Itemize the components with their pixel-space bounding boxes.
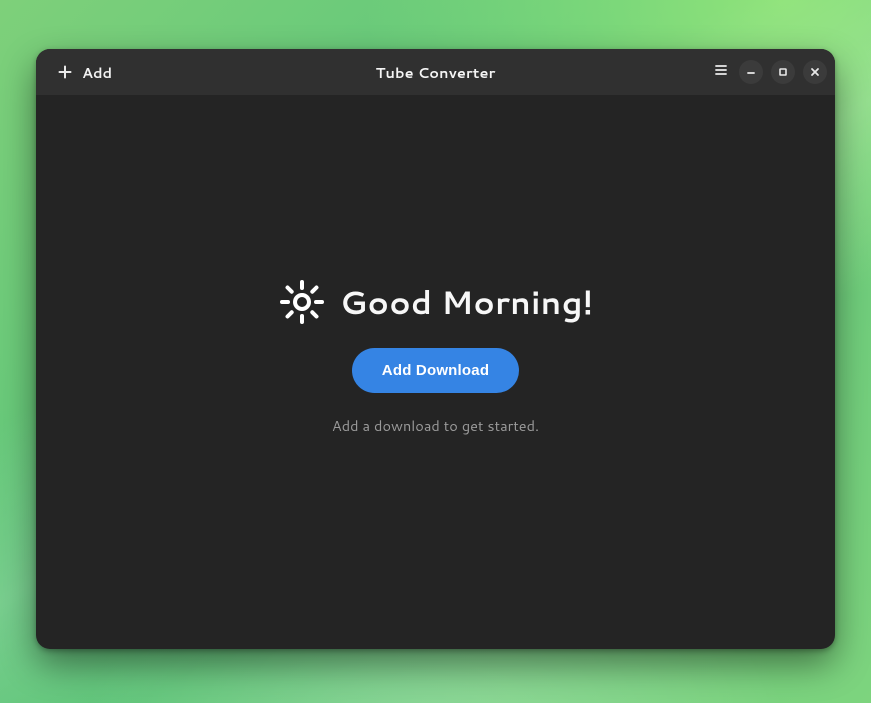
maximize-button[interactable] <box>771 60 795 84</box>
add-download-button[interactable]: Add Download <box>352 348 519 393</box>
app-window: Add Tube Converter <box>36 49 835 649</box>
close-icon <box>809 66 821 78</box>
sun-icon <box>278 278 326 326</box>
maximize-icon <box>777 66 789 78</box>
desktop-background: Add Tube Converter <box>0 0 871 703</box>
main-content: Good Morning! Add Download Add a downloa… <box>36 95 835 649</box>
minimize-icon <box>745 66 757 78</box>
minimize-button[interactable] <box>739 60 763 84</box>
add-button-label: Add <box>82 62 112 83</box>
hamburger-menu-button[interactable] <box>711 62 731 82</box>
hamburger-icon <box>713 61 729 84</box>
titlebar-left: Add <box>44 58 118 87</box>
add-button[interactable]: Add <box>50 58 118 87</box>
plus-icon <box>56 63 74 81</box>
greeting-row: Good Morning! <box>278 278 593 326</box>
titlebar-right <box>711 60 827 84</box>
hint-text: Add a download to get started. <box>332 415 539 436</box>
close-button[interactable] <box>803 60 827 84</box>
titlebar: Add Tube Converter <box>36 49 835 95</box>
greeting-text: Good Morning! <box>340 280 593 325</box>
